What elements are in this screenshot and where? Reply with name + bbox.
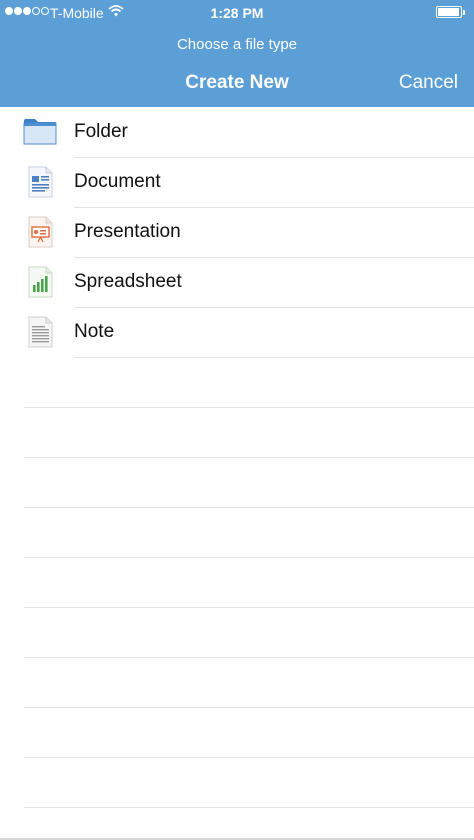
file-type-label: Document bbox=[74, 171, 161, 192]
row-divider bbox=[24, 557, 474, 558]
row-divider bbox=[24, 407, 474, 408]
file-type-label: Presentation bbox=[74, 221, 181, 242]
row-divider bbox=[24, 807, 474, 808]
row-divider bbox=[24, 707, 474, 708]
row-divider bbox=[24, 507, 474, 508]
row-divider bbox=[24, 607, 474, 608]
folder-icon bbox=[23, 119, 57, 145]
row-divider bbox=[74, 357, 474, 358]
status-bar: T-Mobile 1:28 PM bbox=[0, 0, 474, 26]
file-type-document[interactable]: Document bbox=[0, 157, 474, 207]
file-type-label: Folder bbox=[74, 121, 128, 142]
battery-icon bbox=[436, 6, 465, 18]
header-subtitle: Choose a file type bbox=[176, 36, 298, 53]
row-divider bbox=[24, 457, 474, 458]
row-divider bbox=[24, 657, 474, 658]
document-icon bbox=[28, 166, 53, 198]
status-time: 1:28 PM bbox=[210, 5, 264, 21]
file-type-note[interactable]: Note bbox=[0, 307, 474, 357]
file-type-label: Spreadsheet bbox=[74, 271, 182, 292]
file-type-presentation[interactable]: Presentation bbox=[0, 207, 474, 257]
navigation-header: T-Mobile 1:28 PM Choose a file type Crea… bbox=[0, 0, 474, 107]
file-type-spreadsheet[interactable]: Spreadsheet bbox=[0, 257, 474, 307]
battery-fill bbox=[438, 8, 459, 16]
file-type-list: Folder Document Presentation Spreadsheet… bbox=[0, 107, 474, 840]
row-divider bbox=[24, 757, 474, 758]
file-type-label: Note bbox=[74, 321, 115, 342]
spreadsheet-icon bbox=[28, 266, 53, 298]
cancel-button[interactable]: Cancel bbox=[399, 72, 458, 94]
presentation-icon bbox=[28, 216, 53, 248]
file-type-folder[interactable]: Folder bbox=[0, 107, 474, 157]
note-icon bbox=[28, 316, 53, 348]
